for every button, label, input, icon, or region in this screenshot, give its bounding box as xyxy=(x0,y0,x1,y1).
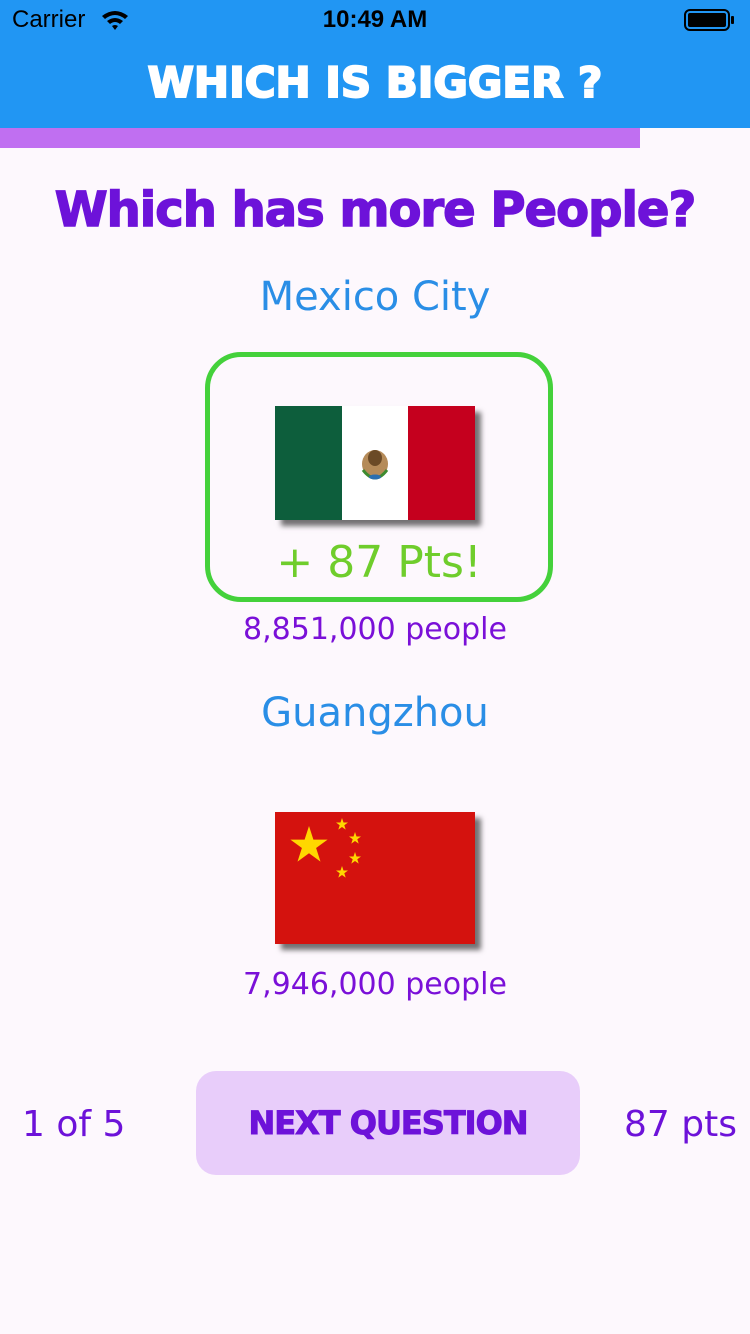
question-counter: 1 of 5 xyxy=(22,1104,126,1145)
option-card-mexico-city[interactable]: + 87 Pts! xyxy=(205,352,553,602)
quiz-progress-fill xyxy=(0,128,640,148)
china-flag-stars-icon xyxy=(290,818,361,878)
score-label: 87 pts xyxy=(624,1104,737,1145)
next-question-button[interactable]: NEXT QUESTION xyxy=(196,1071,580,1175)
points-earned-label: + 87 Pts! xyxy=(276,537,482,588)
question-title: Which has more People? xyxy=(54,181,697,239)
population-mexico-city: 8,851,000 people xyxy=(243,612,507,647)
option-name-mexico-city: Mexico City xyxy=(259,274,491,320)
option-card-guangzhou[interactable] xyxy=(205,770,553,1000)
app-title: WHICH IS BIGGER ? xyxy=(147,57,604,108)
status-time: 10:49 AM xyxy=(322,6,428,33)
battery-icon xyxy=(684,9,734,31)
status-bar: Carrier 10:49 AM xyxy=(0,0,750,40)
population-guangzhou: 7,946,000 people xyxy=(243,967,507,1002)
quiz-progress-bar xyxy=(0,128,750,148)
mexico-flag-icon xyxy=(275,406,476,520)
nav-bar: WHICH IS BIGGER ? xyxy=(0,40,750,128)
china-flag-icon xyxy=(275,812,475,944)
option-name-guangzhou: Guangzhou xyxy=(261,690,489,736)
mexico-coat-of-arms-icon xyxy=(361,450,388,480)
